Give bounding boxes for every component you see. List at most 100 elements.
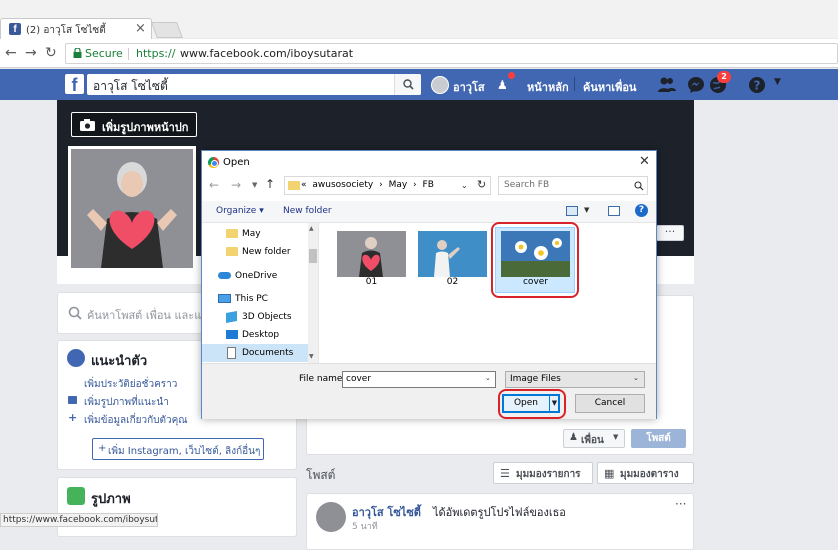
facebook-logo-icon[interactable]: f (65, 74, 84, 95)
browser-tab[interactable]: f (2) อาวุโส โซไซตี้ × (0, 18, 152, 40)
tab-close-icon[interactable]: × (135, 21, 146, 36)
browser-toolbar: ← → ↻ Secure https:// www.facebook.com/i… (0, 39, 838, 68)
more-options-button[interactable]: ··· (656, 225, 684, 241)
back-icon[interactable]: ← (5, 45, 17, 61)
file-item-02[interactable]: 02 (418, 231, 487, 287)
post-action-text: ได้อัพเดตรูปโปรไฟล์ของเธอ (433, 506, 566, 519)
cancel-button-label: Cancel (594, 398, 626, 408)
photo-icon (68, 396, 77, 404)
breadcrumb-sep: › (413, 180, 417, 190)
post-button[interactable]: โพสต์ (631, 429, 686, 448)
address-bar[interactable]: Secure https:// www.facebook.com/iboysut… (65, 43, 838, 64)
file-name-input[interactable]: cover ⌄ (342, 371, 496, 388)
post-card: อาวุโส โซไซตี้ ได้อัพเดตรูปโปรไฟล์ของเธอ… (306, 493, 694, 550)
intro-link-featured[interactable]: เพิ่มรูปภาพที่แนะนำ (84, 395, 169, 410)
photos-title[interactable]: รูปภาพ (91, 488, 131, 509)
status-bar-url: https://www.facebook.com/iboysutarat# (0, 513, 158, 527)
cube-icon (226, 311, 237, 323)
nav-item-documents[interactable]: Documents (202, 344, 308, 362)
reload-icon[interactable]: ↻ (45, 45, 57, 61)
breadcrumb-overflow[interactable]: « (301, 180, 307, 190)
breadcrumb-may[interactable]: May (389, 180, 408, 190)
dialog-search-input[interactable]: Search FB (498, 176, 648, 195)
messenger-icon[interactable] (686, 75, 706, 95)
refresh-icon[interactable]: ↻ (477, 178, 486, 191)
address-divider (128, 48, 129, 60)
post-search-placeholder: ค้นหาโพสต์ เพื่อน และแท็ก (87, 309, 216, 322)
chrome-icon (208, 157, 219, 168)
file-item-01[interactable]: 01 (337, 231, 406, 287)
help-icon[interactable]: ? (635, 204, 648, 217)
list-view-button[interactable]: ☰ มุมมองรายการ (493, 462, 593, 484)
nav-item-onedrive[interactable]: OneDrive (202, 267, 308, 285)
view-options-icon[interactable] (566, 206, 578, 216)
header-divider (574, 77, 575, 91)
view-chevron-icon[interactable]: ▼ (584, 206, 589, 214)
file-thumbnail (418, 231, 487, 277)
dialog-address-bar[interactable]: « awusosociety › May › FB ⌄ ↻ (284, 176, 491, 195)
facebook-search-value: อาวุโส โซไซตี้ (93, 79, 168, 93)
organize-menu[interactable]: Organize ▾ (216, 206, 264, 216)
folder-icon (288, 181, 300, 190)
dialog-close-icon[interactable]: ✕ (639, 154, 650, 169)
add-instagram-button[interactable]: + เพิ่ม Instagram, เว็บไซต์, ลิงก์อื่นๆ (92, 438, 264, 460)
find-friends-link[interactable]: ค้นหาเพื่อน (583, 78, 636, 96)
friend-status-button[interactable]: ♟ เพื่อน ▼ (563, 429, 625, 448)
post-options-icon[interactable]: ··· (675, 497, 686, 511)
address-dropdown-icon[interactable]: ⌄ (461, 181, 468, 190)
open-file-dialog: Open ✕ ← → ▼ ↑ « awusosociety › May › FB… (201, 150, 657, 419)
facebook-header: f อาวุโส โซไซตี้ อาวุโส ♟ หน้าหลัก ค้นหา… (0, 69, 838, 100)
dialog-title: Open (223, 157, 250, 168)
navigation-scrollbar[interactable]: ▲ ▼ (308, 223, 318, 363)
chevron-down-icon[interactable]: ⌄ (485, 374, 491, 382)
up-folder-icon[interactable]: ↑ (265, 177, 275, 191)
header-avatar[interactable] (431, 76, 449, 94)
recent-locations-chevron-icon[interactable]: ▼ (252, 181, 257, 189)
breadcrumb-sep: › (379, 180, 383, 190)
header-profile-link[interactable]: อาวุโส (453, 78, 485, 96)
forward-icon[interactable]: → (25, 45, 37, 61)
new-tab-button[interactable] (151, 22, 183, 38)
account-menu-chevron-icon[interactable]: ▼ (774, 77, 781, 87)
intro-link-about[interactable]: เพิ่มข้อมูลเกี่ยวกับตัวคุณ (84, 413, 188, 428)
breadcrumb-fb[interactable]: FB (423, 180, 434, 190)
help-icon[interactable]: ? (747, 75, 767, 95)
desktop-icon (226, 330, 238, 339)
breadcrumb-awusosociety[interactable]: awusosociety (312, 180, 373, 190)
nav-item-desktop[interactable]: Desktop (202, 326, 308, 344)
friend-button-label: เพื่อน (581, 435, 604, 446)
facebook-favicon-icon: f (9, 23, 21, 35)
new-folder-button[interactable]: New folder (283, 206, 332, 216)
profile-picture[interactable] (68, 146, 196, 271)
facebook-search-button[interactable] (394, 74, 421, 95)
file-thumbnail (337, 231, 406, 277)
add-instagram-label: เพิ่ม Instagram, เว็บไซต์, ลิงก์อื่นๆ (108, 446, 261, 457)
search-icon (403, 79, 414, 90)
cloud-icon (218, 272, 231, 279)
nav-item-may[interactable]: May (202, 225, 308, 243)
intro-title: แนะนำตัว (91, 354, 148, 369)
grid-view-button[interactable]: ▦ มุมมองตาราง (597, 462, 694, 484)
dialog-forward-icon[interactable]: → (231, 178, 241, 192)
nav-item-this-pc[interactable]: This PC (202, 290, 308, 308)
home-link[interactable]: หน้าหลัก (527, 78, 569, 96)
intro-link-bio[interactable]: เพิ่มประวัติย่อชั่วคราว (84, 377, 177, 392)
nav-item-3d-objects[interactable]: 3D Objects (202, 308, 308, 326)
nav-item-new-folder[interactable]: New folder (202, 243, 308, 261)
scroll-down-icon: ▼ (309, 353, 314, 360)
post-author-avatar[interactable] (316, 502, 346, 532)
cancel-button[interactable]: Cancel (575, 394, 645, 413)
dialog-back-icon[interactable]: ← (209, 178, 219, 192)
file-type-select[interactable]: Image Files ⌄ (505, 371, 645, 388)
facebook-search-input[interactable]: อาวุโส โซไซตี้ (87, 74, 421, 95)
dialog-search-placeholder: Search FB (504, 180, 550, 190)
svg-text:?: ? (754, 79, 761, 93)
scroll-thumb (309, 249, 317, 263)
post-time[interactable]: 5 นาที (352, 519, 378, 533)
scroll-up-icon: ▲ (309, 225, 314, 232)
add-cover-photo-button[interactable]: เพิ่มรูปภาพหน้าปก (71, 112, 197, 137)
preview-pane-icon[interactable] (608, 206, 620, 216)
friend-requests-icon[interactable] (657, 75, 677, 95)
people-icon[interactable]: ♟ (497, 78, 508, 92)
profile-photo-image (71, 149, 193, 268)
